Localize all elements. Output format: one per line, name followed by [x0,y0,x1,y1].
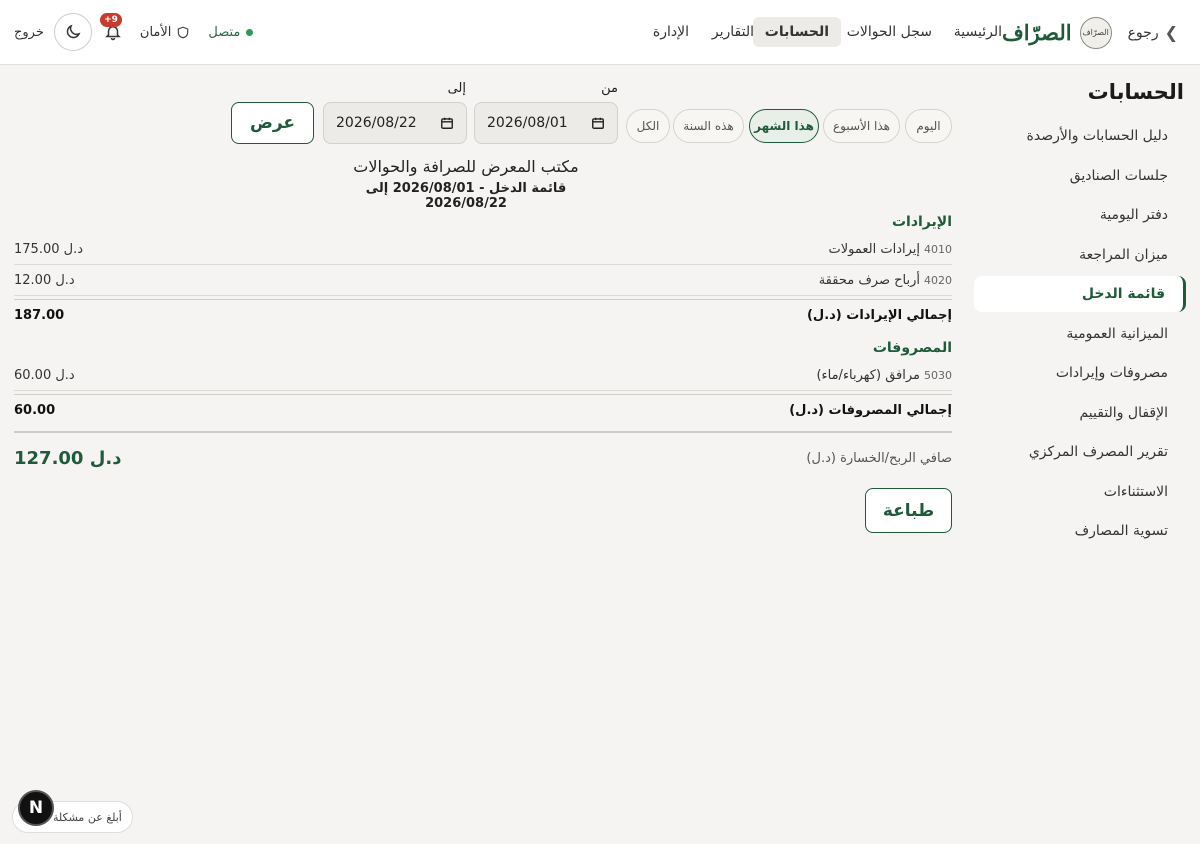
filter-bar: اليوم هذا الأسبوع هذا الشهر هذه السنة ال… [12,65,952,155]
period-year-chip[interactable]: هذه السنة [673,109,744,143]
report-title: مكتب المعرض للصرافة والحوالات [353,157,579,176]
account-code: 4010 [924,242,952,256]
sidebar-item-exceptions[interactable]: الاستثناءات [974,474,1186,510]
moon-icon [66,24,81,39]
net-profit-value: 127.00 د.ل [14,447,122,469]
back-button[interactable]: ❯ رجوع [1128,23,1178,42]
period-all-chip[interactable]: الكل [626,109,670,143]
table-row: 4010 إيرادات العمولات 175.00 د.ل [14,234,952,265]
navbar-brand-area: ❯ رجوع الصرّاف الصرّاف [1002,0,1178,65]
sidebar-item-trial-balance[interactable]: ميزان المراجعة [974,237,1186,273]
expenses-total-row: إجمالي المصروفات (د.ل) 60.00 [14,394,952,425]
amount-cell: 175.00 د.ل [14,241,83,257]
chevron-right-icon: ❯ [1164,23,1178,42]
to-date-value: 2026/08/22 [336,115,417,131]
net-profit-label: صافي الربح/الخسارة (د.ل) [806,450,952,466]
expenses-heading: المصروفات [872,340,952,356]
sidebar-item-central-bank-report[interactable]: تقرير المصرف المركزي [974,434,1186,470]
status-label: متصل [208,24,241,40]
top-navbar: ❯ رجوع الصرّاف الصرّاف الرئيسية سجل الحو… [0,0,1200,65]
notification-badge: +9 [100,13,122,27]
from-label: من [601,81,618,96]
calendar-icon [441,117,453,129]
print-button[interactable]: طباعة [865,488,952,533]
back-label: رجوع [1127,24,1159,41]
account-name-cell: 5030 مرافق (كهرباء/ماء) [816,368,952,383]
nav-admin[interactable]: الإدارة [641,17,701,47]
account-name-cell: 4010 إيرادات العمولات [828,242,952,257]
notifications-button[interactable]: +9 [100,13,124,43]
logout-button[interactable]: خروج [14,25,44,40]
sidebar-item-expenses-revenues[interactable]: مصروفات وإيرادات [974,355,1186,391]
from-date-input[interactable]: 2026/08/01 [474,102,618,144]
account-name: إيرادات العمولات [828,241,920,257]
nav-accounts[interactable]: الحسابات [752,17,841,47]
security-button[interactable]: الأمان [140,25,191,40]
account-name-cell: 4020 أرباح صرف محققة [819,273,952,288]
brand[interactable]: الصرّاف الصرّاف [1002,16,1112,49]
amount-cell: 60.00 د.ل [14,367,75,383]
account-name: مرافق (كهرباء/ماء) [816,367,920,383]
navbar-actions: خروج +9 الأمان متصل [14,13,254,51]
to-label: إلى [447,81,466,96]
period-today-chip[interactable]: اليوم [905,109,952,143]
revenue-total-row: إجمالي الإيرادات (د.ل) 187.00 [14,299,952,330]
security-label: الأمان [139,24,172,40]
shield-icon [178,26,189,38]
report-issue-label: أبلغ عن مشكلة [53,810,122,824]
status-dot-icon [246,28,254,36]
sidebar-item-bank-reconciliation[interactable]: تسوية المصارف [974,513,1186,549]
theme-toggle-button[interactable] [53,13,92,51]
to-date-input[interactable]: 2026/08/22 [323,102,467,144]
net-profit-row: صافي الربح/الخسارة (د.ل) 127.00 د.ل [14,431,952,483]
expenses-total-label: إجمالي المصروفات (د.ل) [789,402,952,418]
report-subtitle: قائمة الدخل - 2026/08/01 إلى 2026/08/22 [365,181,567,211]
account-name: أرباح صرف محققة [818,272,920,288]
from-date-value: 2026/08/01 [487,115,568,131]
calendar-icon [592,117,604,129]
sidebar-item-journal[interactable]: دفتر اليومية [974,197,1186,233]
period-month-chip[interactable]: هذا الشهر [749,109,819,143]
table-row: 4020 أرباح صرف محققة 12.00 د.ل [14,265,952,296]
sidebar-item-cash-sessions[interactable]: جلسات الصناديق [974,158,1186,194]
account-code: 5030 [924,368,952,382]
expenses-total-value: 60.00 [14,402,56,418]
revenue-total-value: 187.00 [14,307,65,323]
sidebar-item-balance-sheet[interactable]: الميزانية العمومية [974,316,1186,352]
amount-cell: 12.00 د.ل [14,272,75,288]
table-row: 5030 مرافق (كهرباء/ماء) 60.00 د.ل [14,360,952,391]
revenue-heading: الإيرادات [891,214,952,230]
revenue-total-label: إجمالي الإيرادات (د.ل) [806,307,952,323]
report-header: مكتب المعرض للصرافة والحوالات قائمة الدخ… [346,157,586,211]
avatar[interactable]: N [18,790,54,826]
sidebar-item-closing-valuation[interactable]: الإقفال والتقييم [974,395,1186,431]
nav-transfers-log[interactable]: سجل الحوالات [835,17,944,47]
connection-status: متصل [208,24,254,40]
sidebar: الحسابات دليل الحسابات والأرصدة جلسات ال… [974,80,1186,553]
nav-reports[interactable]: التقارير [700,17,766,47]
brand-logo-icon: الصرّاف [1079,16,1112,49]
sidebar-title: الحسابات [1087,80,1184,104]
income-statement: الإيرادات 4010 إيرادات العمولات 175.00 د.… [14,210,952,533]
show-button[interactable]: عرض [231,102,314,144]
account-code: 4020 [924,273,952,287]
sidebar-item-chart-of-accounts[interactable]: دليل الحسابات والأرصدة [974,118,1186,154]
nav-home[interactable]: الرئيسية [942,17,1014,47]
period-week-chip[interactable]: هذا الأسبوع [823,109,900,143]
sidebar-item-income-statement[interactable]: قائمة الدخل [974,276,1186,312]
